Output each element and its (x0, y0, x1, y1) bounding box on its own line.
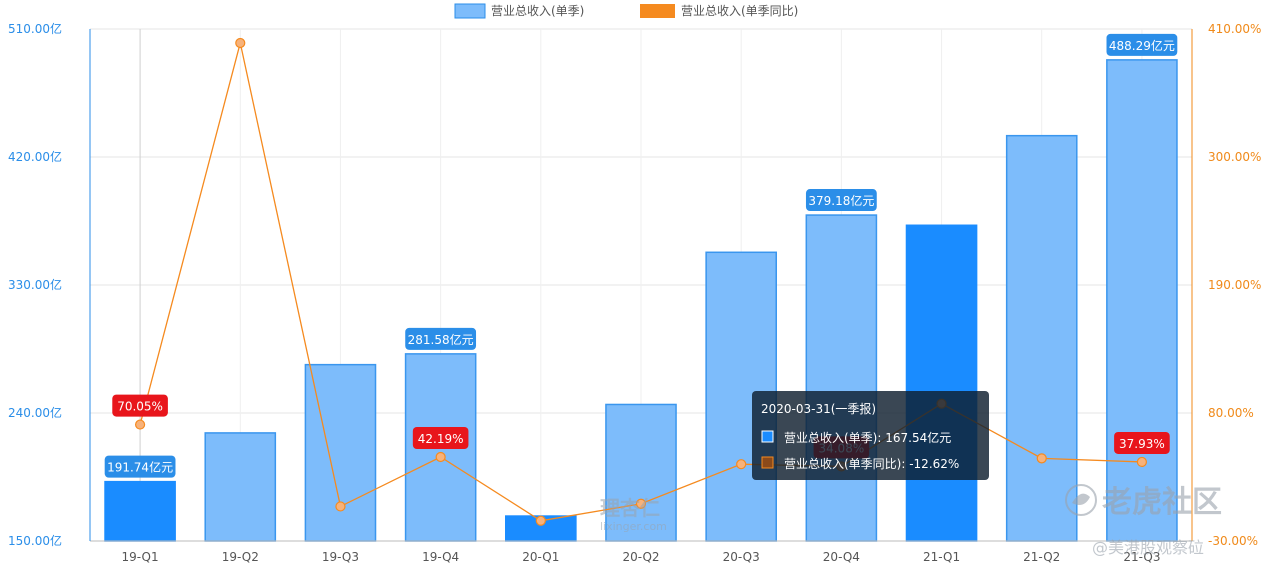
bar-data-label: 488.29亿元 (1106, 33, 1178, 56)
x-tick-label: 21-Q1 (923, 550, 960, 564)
bar-20-Q4 (805, 214, 878, 542)
tooltip: 2020-03-31(一季报) 营业总收入(单季): 167.54亿元 营业总收… (752, 391, 989, 480)
bar-data-label: 281.58亿元 (405, 327, 477, 350)
line-point-19-Q1 (134, 419, 146, 430)
y-right-tick-label: 80.00% (1208, 406, 1254, 420)
bar-21-Q2 (1005, 134, 1078, 542)
x-tick-label: 20-Q1 (522, 550, 559, 564)
line-point-19-Q4 (435, 451, 446, 463)
line-point-21-Q3 (1136, 456, 1148, 468)
tooltip-row-line: 营业总收入(单季同比): -12.62% (784, 457, 959, 471)
line-point-19-Q3 (335, 501, 346, 512)
x-tick-label: 20-Q2 (622, 550, 659, 564)
x-tick-label: 19-Q4 (422, 550, 459, 564)
line-point-20-Q3 (736, 459, 747, 470)
line-data-label-text: 37.93% (1119, 437, 1165, 451)
watermark-brand-text: 老虎社区 (1102, 485, 1222, 520)
watermark-center: 理杏仁 lixinger.com (600, 496, 667, 533)
line-data-label: 42.19% (412, 426, 469, 449)
bar-19-Q1 (104, 480, 176, 542)
bar-data-label: 379.18亿元 (805, 189, 877, 212)
x-tick-label: 20-Q3 (723, 550, 760, 564)
bar-data-label-text: 191.74亿元 (107, 460, 173, 475)
y-right-tick-label: 300.00% (1208, 150, 1261, 164)
line-point-21-Q2 (1036, 453, 1047, 464)
bar-data-label: 191.74亿元 (104, 455, 176, 478)
y-left-tick-label: 240.00亿 (8, 405, 62, 420)
x-tick-label: 19-Q1 (122, 550, 159, 564)
y-left-tick-label: 150.00亿 (8, 533, 62, 548)
y-right-tick-label: -30.00% (1208, 534, 1258, 548)
line-data-label: 70.05% (112, 394, 168, 417)
x-tick-label: 19-Q3 (322, 550, 359, 564)
y-left-tick-label: 420.00亿 (8, 149, 62, 164)
tooltip-swatch-bar (761, 430, 774, 443)
line-data-label-text: 42.19% (418, 432, 464, 446)
x-tick-label: 21-Q2 (1023, 550, 1060, 564)
x-tick-label: 19-Q2 (222, 550, 259, 564)
legend: 营业总收入(单季) 营业总收入(单季同比) (454, 3, 798, 19)
chart: 150.00亿 -30.00% 240.00亿 80.00% 330.00亿 190.00… (8, 3, 1261, 564)
legend-label-line[interactable]: 营业总收入(单季同比) (681, 4, 798, 18)
x-tick-label: 20-Q4 (823, 550, 860, 564)
y-left-tick-label: 330.00亿 (8, 277, 62, 292)
line-point-20-Q1 (535, 515, 546, 526)
bar-19-Q2 (204, 432, 277, 542)
line-point-19-Q2 (235, 37, 246, 49)
line-data-label-text: 70.05% (117, 400, 163, 414)
watermark-logo-text: 理杏仁 (600, 496, 660, 520)
bar-data-label-text: 488.29亿元 (1109, 38, 1175, 53)
y-right-tick-label: 410.00% (1208, 22, 1261, 36)
bar-data-label-text: 281.58亿元 (408, 332, 474, 347)
legend-swatch-line[interactable] (640, 4, 675, 18)
y-right-tick-label: 190.00% (1208, 278, 1261, 292)
tooltip-title: 2020-03-31(一季报) (761, 401, 876, 416)
tooltip-swatch-line (761, 456, 774, 469)
watermark-url-text: lixinger.com (600, 520, 667, 533)
watermark-handle-text: @美港股观察砬 (1092, 538, 1204, 557)
bar-data-label-text: 379.18亿元 (808, 193, 874, 208)
y-left-tick-label: 510.00亿 (8, 21, 62, 36)
line-data-label: 37.93% (1114, 431, 1170, 454)
tooltip-row-bar: 营业总收入(单季): 167.54亿元 (784, 430, 951, 445)
legend-swatch-bar[interactable] (454, 3, 486, 19)
bar-21-Q3 (1106, 59, 1178, 542)
legend-label-bar[interactable]: 营业总收入(单季) (491, 4, 584, 18)
bar-21-Q1 (905, 224, 978, 542)
